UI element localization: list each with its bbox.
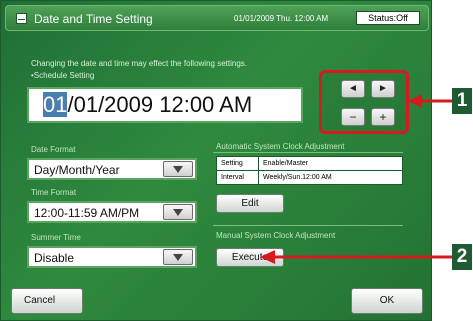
- callout-badge-1: 1: [452, 88, 472, 114]
- callout-arrows: [260, 94, 455, 264]
- callout-badge-2: 2: [452, 244, 472, 270]
- callout-arrow-2: [260, 250, 455, 264]
- callout-arrow-1: [408, 94, 455, 108]
